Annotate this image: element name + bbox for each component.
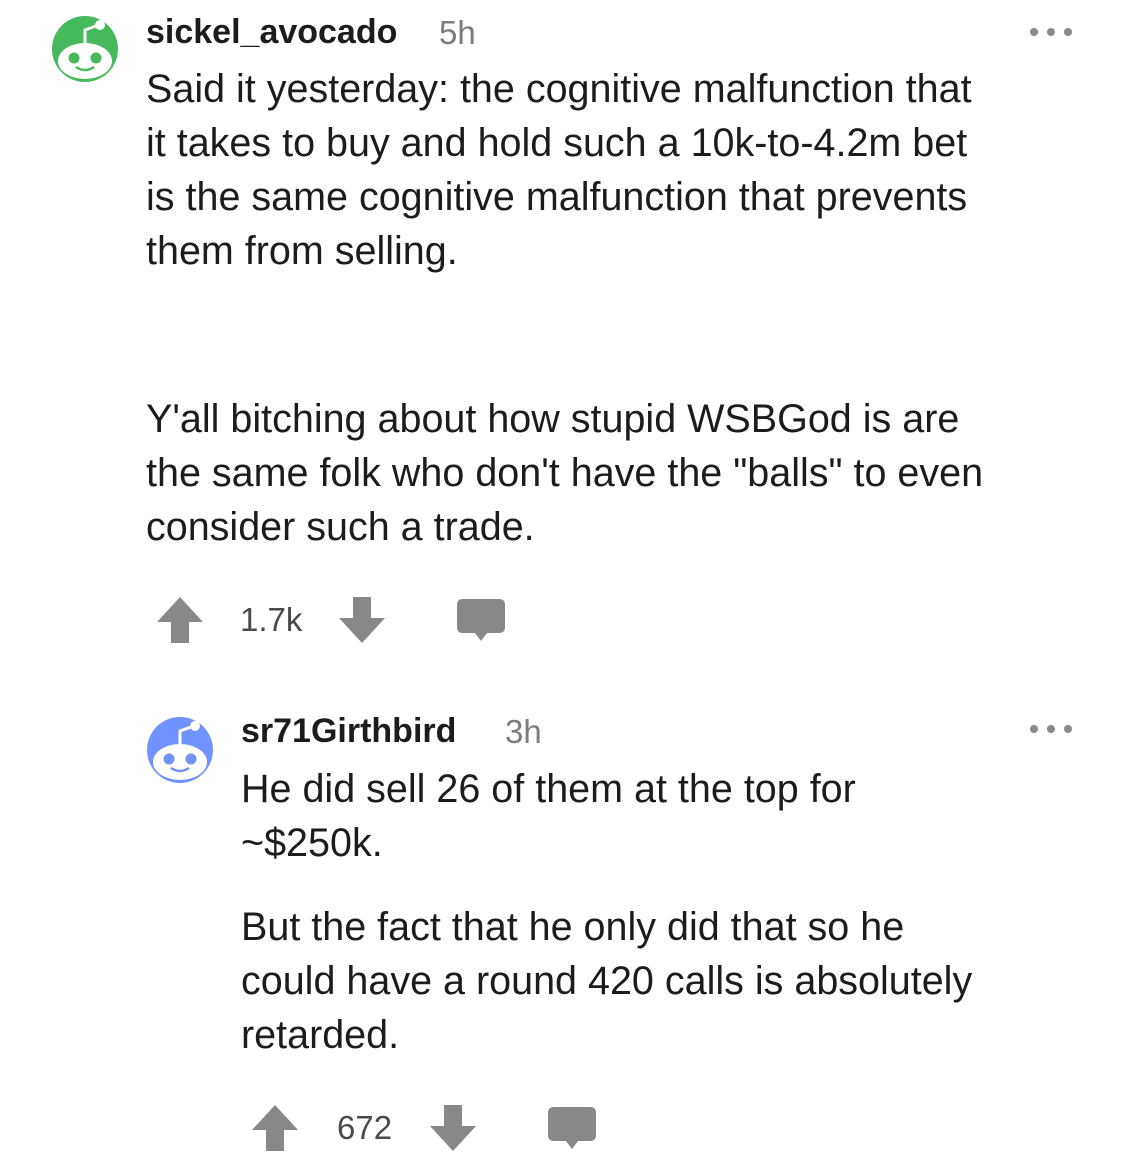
downvote-arrow-icon[interactable] (428, 1102, 478, 1154)
comment-username[interactable]: sr71Girthbird (241, 712, 456, 751)
comment-actions: 672 (250, 1098, 598, 1158)
more-options-icon[interactable] (1030, 25, 1072, 39)
vote-count: 1.7k (240, 601, 303, 638)
comment-paragraph: But the fact that he only did that so he… (241, 905, 973, 1057)
user-avatar-icon[interactable] (50, 12, 120, 82)
comment-paragraph: Y'all bitching about how stupid WSBGod i… (146, 397, 984, 549)
reply-bubble-icon[interactable] (455, 596, 507, 644)
downvote-arrow-icon[interactable] (337, 594, 387, 646)
reply-bubble-icon[interactable] (546, 1104, 598, 1152)
upvote-arrow-icon[interactable] (155, 594, 205, 646)
upvote-arrow-icon[interactable] (250, 1102, 300, 1154)
comment-age: 3h (505, 713, 542, 750)
user-avatar-icon[interactable] (145, 713, 215, 783)
comment-username[interactable]: sickel_avocado (146, 13, 397, 52)
more-options-icon[interactable] (1030, 722, 1072, 736)
comment-paragraph: Said it yesterday: the cognitive malfunc… (146, 67, 972, 273)
vote-count: 672 (337, 1109, 393, 1146)
comment-paragraph: He did sell 26 of them at the top for ~$… (241, 767, 856, 865)
comment-actions: 1.7k (155, 590, 507, 650)
comment-age: 5h (439, 14, 476, 51)
